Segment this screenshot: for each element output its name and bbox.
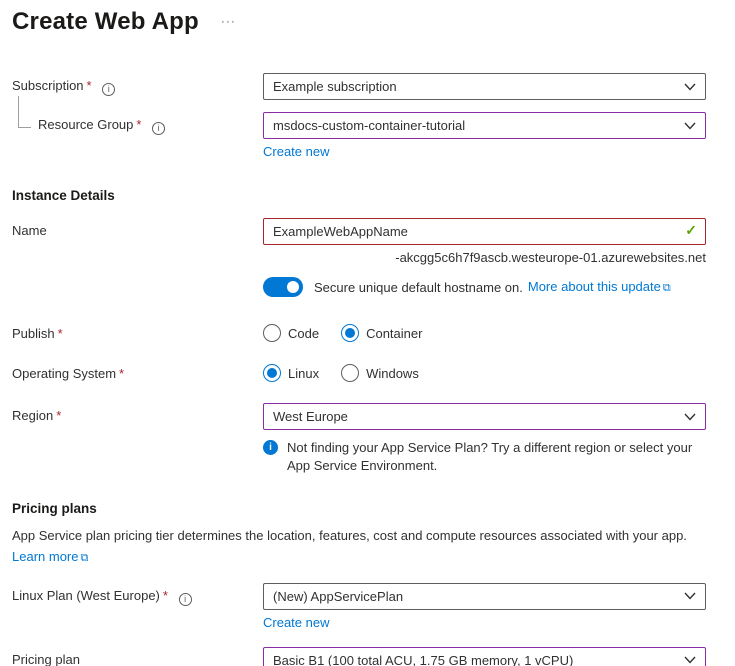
- region-note-text: Not finding your App Service Plan? Try a…: [287, 439, 706, 474]
- required-asterisk: *: [163, 588, 168, 603]
- create-new-resource-group-link[interactable]: Create new: [263, 144, 329, 159]
- linux-plan-value: (New) AppServicePlan: [273, 589, 403, 604]
- subscription-dropdown[interactable]: Example subscription: [263, 73, 706, 100]
- name-label: Name: [12, 223, 47, 238]
- instance-details-heading: Instance Details: [12, 188, 721, 203]
- external-link-icon: ⧉: [663, 282, 671, 294]
- pricing-plan-label: Pricing plan: [12, 652, 80, 666]
- radio-icon: [341, 364, 359, 382]
- linux-plan-dropdown[interactable]: (New) AppServicePlan: [263, 583, 706, 610]
- info-icon[interactable]: i: [179, 593, 192, 606]
- radio-option-linux[interactable]: Linux: [263, 364, 319, 382]
- pricing-plan-row: Pricing plan Basic B1 (100 total ACU, 1.…: [12, 647, 721, 666]
- linux-plan-row: Linux Plan (West Europe)* i (New) AppSer…: [12, 583, 721, 630]
- pricing-plan-value: Basic B1 (100 total ACU, 1.75 GB memory,…: [273, 653, 573, 666]
- chevron-down-icon: [684, 656, 696, 664]
- info-icon[interactable]: i: [152, 122, 165, 135]
- valid-check-icon: ✓: [685, 222, 697, 239]
- resource-group-value: msdocs-custom-container-tutorial: [273, 118, 465, 133]
- publish-row: Publish* Code Container: [12, 321, 721, 342]
- operating-system-row: Operating System* Linux Windows: [12, 361, 721, 382]
- required-asterisk: *: [58, 326, 63, 341]
- radio-selected-icon: [341, 324, 359, 342]
- page-title: Create Web App: [12, 8, 199, 36]
- pricing-plans-heading: Pricing plans: [12, 501, 721, 516]
- info-icon[interactable]: i: [102, 83, 115, 96]
- region-label: Region: [12, 408, 53, 423]
- required-asterisk: *: [87, 78, 92, 93]
- name-row: Name ✓ -akcgg5c6h7f9ascb.westeurope-01.a…: [12, 218, 721, 265]
- os-radio-group: Linux Windows: [263, 361, 706, 382]
- region-info-note: i Not finding your App Service Plan? Try…: [263, 439, 706, 474]
- external-link-icon: ⧉: [80, 552, 88, 564]
- secure-hostname-toggle[interactable]: [263, 277, 303, 297]
- operating-system-label: Operating System: [12, 366, 116, 381]
- info-filled-icon: i: [263, 440, 278, 455]
- radio-icon: [263, 324, 281, 342]
- more-menu-icon[interactable]: ···: [221, 14, 236, 28]
- page-header: Create Web App ···: [12, 8, 721, 36]
- subscription-row: Subscription* i Example subscription: [12, 73, 721, 100]
- chevron-down-icon: [684, 83, 696, 91]
- radio-option-container[interactable]: Container: [341, 324, 422, 342]
- secure-hostname-label: Secure unique default hostname on.: [314, 280, 523, 295]
- name-input[interactable]: [263, 218, 706, 245]
- chevron-down-icon: [684, 122, 696, 130]
- more-about-update-link[interactable]: More about this update⧉: [528, 279, 671, 295]
- hostname-suffix: -akcgg5c6h7f9ascb.westeurope-01.azureweb…: [263, 250, 706, 265]
- resource-group-row: Resource Group* i msdocs-custom-containe…: [12, 112, 721, 159]
- create-new-plan-link[interactable]: Create new: [263, 615, 329, 630]
- radio-option-code[interactable]: Code: [263, 324, 319, 342]
- pricing-plan-dropdown[interactable]: Basic B1 (100 total ACU, 1.75 GB memory,…: [263, 647, 706, 666]
- hostname-toggle-row: Secure unique default hostname on. More …: [12, 277, 721, 297]
- linux-plan-label: Linux Plan (West Europe): [12, 588, 160, 603]
- create-web-app-page: Create Web App ··· Subscription* i Examp…: [0, 0, 735, 666]
- publish-label: Publish: [12, 326, 55, 341]
- tree-connector: [18, 96, 31, 128]
- learn-more-link[interactable]: Learn more⧉: [12, 549, 88, 564]
- required-asterisk: *: [119, 366, 124, 381]
- subscription-label: Subscription: [12, 78, 84, 93]
- publish-radio-group: Code Container: [263, 321, 706, 342]
- chevron-down-icon: [684, 413, 696, 421]
- radio-selected-icon: [263, 364, 281, 382]
- radio-option-windows[interactable]: Windows: [341, 364, 419, 382]
- region-dropdown[interactable]: West Europe: [263, 403, 706, 430]
- resource-group-label: Resource Group: [38, 117, 133, 132]
- chevron-down-icon: [684, 592, 696, 600]
- region-row: Region* West Europe i Not finding your A…: [12, 403, 721, 474]
- required-asterisk: *: [56, 408, 61, 423]
- resource-group-dropdown[interactable]: msdocs-custom-container-tutorial: [263, 112, 706, 139]
- pricing-description: App Service plan pricing tier determines…: [12, 527, 712, 546]
- subscription-value: Example subscription: [273, 79, 397, 94]
- required-asterisk: *: [136, 117, 141, 132]
- region-value: West Europe: [273, 409, 348, 424]
